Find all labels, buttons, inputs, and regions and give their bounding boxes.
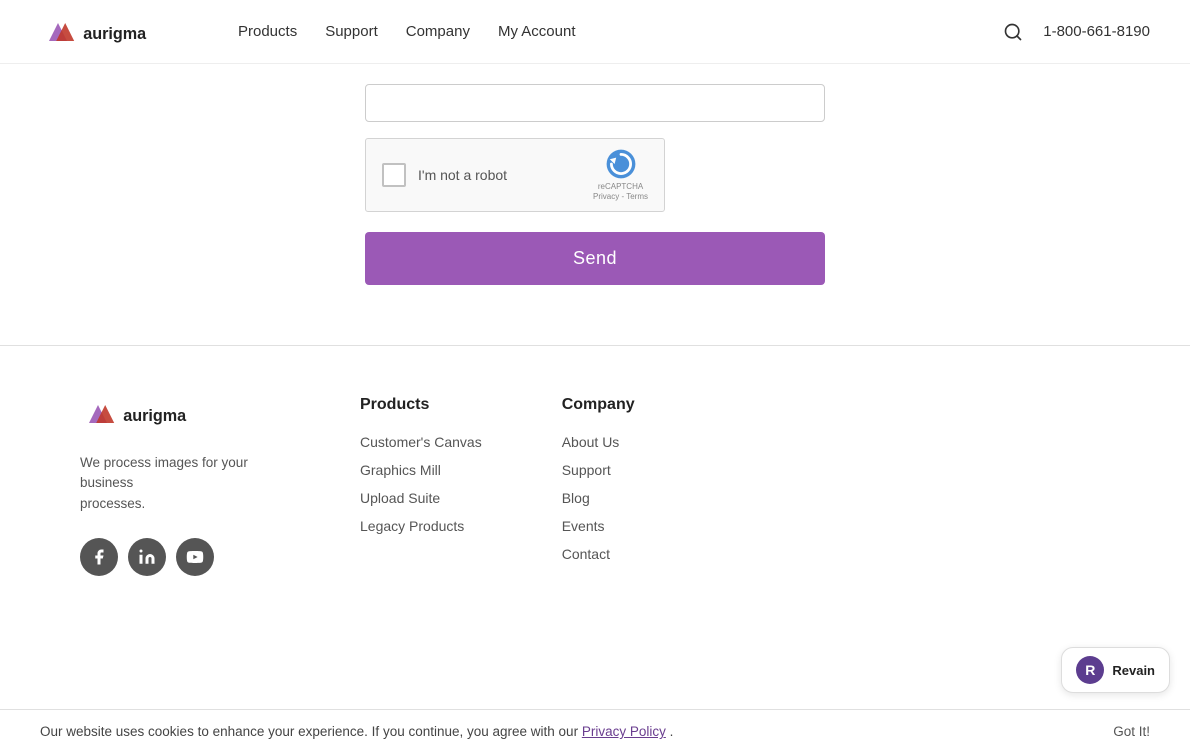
message-input[interactable] bbox=[365, 84, 825, 122]
header-left: aurigma Products Support Company My Acco… bbox=[40, 14, 576, 50]
nav-company[interactable]: Company bbox=[406, 23, 470, 40]
linkedin-icon bbox=[138, 548, 156, 566]
cookie-banner: Our website uses cookies to enhance your… bbox=[0, 709, 1190, 753]
footer-inner: aurigma We process images for your busin… bbox=[80, 396, 1110, 576]
facebook-icon bbox=[90, 548, 108, 566]
footer-col-products: Products Customer's Canvas Graphics Mill… bbox=[360, 396, 482, 566]
svg-text:aurigma: aurigma bbox=[123, 407, 187, 425]
logo[interactable]: aurigma bbox=[40, 14, 202, 50]
svg-text:aurigma: aurigma bbox=[83, 25, 147, 43]
revain-badge[interactable]: R Revain bbox=[1061, 647, 1170, 693]
privacy-policy-link[interactable]: Privacy Policy bbox=[582, 724, 666, 739]
footer-products-title: Products bbox=[360, 396, 482, 414]
footer-blog[interactable]: Blog bbox=[562, 486, 635, 510]
footer-graphics-mill[interactable]: Graphics Mill bbox=[360, 458, 482, 482]
footer-tagline: We process images for your business proc… bbox=[80, 453, 280, 514]
header: aurigma Products Support Company My Acco… bbox=[0, 0, 1190, 64]
footer-col-company: Company About Us Support Blog Events Con… bbox=[562, 396, 635, 566]
recaptcha-logo: reCAPTCHA Privacy - Terms bbox=[593, 148, 648, 201]
footer-brand: aurigma We process images for your busin… bbox=[80, 396, 300, 576]
footer-logo[interactable]: aurigma bbox=[80, 396, 300, 437]
search-button[interactable] bbox=[1003, 22, 1023, 42]
main-section: I'm not a robot reCAPTCHA Privacy - Term… bbox=[0, 64, 1190, 345]
youtube-button[interactable] bbox=[176, 538, 214, 576]
footer-company-title: Company bbox=[562, 396, 635, 414]
footer-support-link[interactable]: Support bbox=[562, 458, 635, 482]
search-icon bbox=[1003, 22, 1023, 42]
footer-events[interactable]: Events bbox=[562, 514, 635, 538]
recaptcha-brand: reCAPTCHA Privacy - Terms bbox=[593, 182, 648, 201]
footer-customers-canvas[interactable]: Customer's Canvas bbox=[360, 430, 482, 454]
footer: aurigma We process images for your busin… bbox=[0, 346, 1190, 606]
recaptcha-icon bbox=[605, 148, 637, 180]
cookie-accept-button[interactable]: Got It! bbox=[1113, 724, 1150, 739]
youtube-icon bbox=[186, 548, 204, 566]
header-right: 1-800-661-8190 bbox=[1003, 22, 1150, 42]
social-icons bbox=[80, 538, 300, 576]
facebook-button[interactable] bbox=[80, 538, 118, 576]
footer-columns: Products Customer's Canvas Graphics Mill… bbox=[360, 396, 1110, 566]
main-nav: Products Support Company My Account bbox=[238, 23, 576, 40]
linkedin-button[interactable] bbox=[128, 538, 166, 576]
recaptcha-checkbox[interactable] bbox=[382, 163, 406, 187]
recaptcha-widget[interactable]: I'm not a robot reCAPTCHA Privacy - Term… bbox=[365, 138, 665, 212]
footer-upload-suite[interactable]: Upload Suite bbox=[360, 486, 482, 510]
recaptcha-label: I'm not a robot bbox=[418, 167, 581, 183]
footer-contact[interactable]: Contact bbox=[562, 542, 635, 566]
cookie-text: Our website uses cookies to enhance your… bbox=[40, 724, 1089, 739]
send-button[interactable]: Send bbox=[365, 232, 825, 285]
nav-my-account[interactable]: My Account bbox=[498, 23, 576, 40]
footer-legacy-products[interactable]: Legacy Products bbox=[360, 514, 482, 538]
nav-support[interactable]: Support bbox=[325, 23, 378, 40]
phone-link[interactable]: 1-800-661-8190 bbox=[1043, 23, 1150, 40]
revain-icon: R bbox=[1076, 656, 1104, 684]
revain-label: Revain bbox=[1112, 663, 1155, 678]
footer-about-us[interactable]: About Us bbox=[562, 430, 635, 454]
nav-products[interactable]: Products bbox=[238, 23, 297, 40]
contact-form: I'm not a robot reCAPTCHA Privacy - Term… bbox=[365, 84, 825, 285]
